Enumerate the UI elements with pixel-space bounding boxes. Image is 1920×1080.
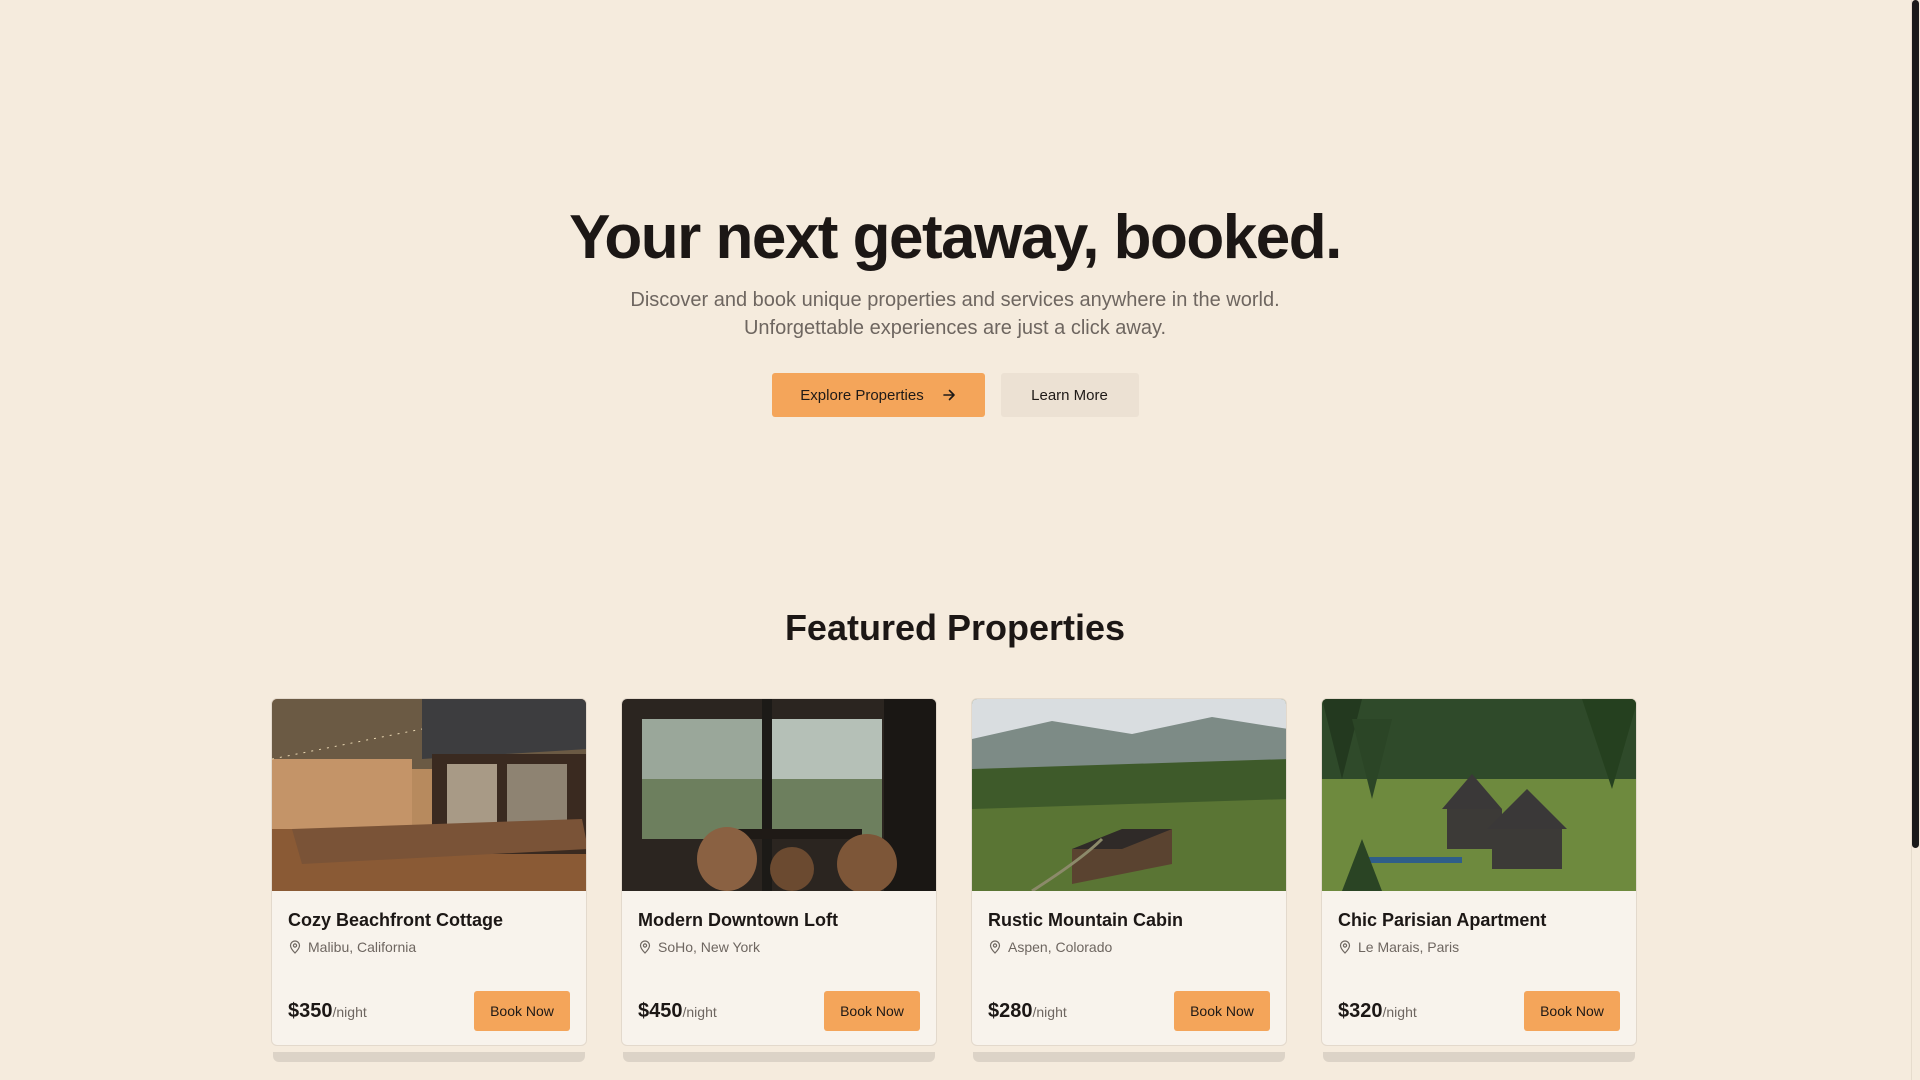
arrow-right-icon (942, 389, 955, 401)
scrollbar-thumb[interactable] (1912, 0, 1919, 848)
card-footer: $450/night Book Now (638, 991, 920, 1031)
card-body: Chic Parisian Apartment Le Marais, Paris… (1322, 891, 1636, 1045)
card-shadow (973, 1052, 1285, 1062)
card-shadow (1323, 1052, 1635, 1062)
property-card-wrapper: Cozy Beachfront Cottage Malibu, Californ… (271, 698, 587, 1062)
price-unit: /night (682, 1003, 717, 1020)
property-card-list: Cozy Beachfront Cottage Malibu, Californ… (271, 698, 1639, 1062)
property-name: Rustic Mountain Cabin (988, 910, 1183, 930)
property-price: $280/night (988, 1000, 1067, 1023)
property-location-text: Aspen, Colorado (1008, 939, 1113, 955)
hero-subtitle-line-1: Discover and book unique properties and … (630, 289, 1280, 311)
price-unit: /night (1382, 1003, 1417, 1020)
book-now-button[interactable]: Book Now (824, 991, 920, 1031)
hero-subtitle: Discover and book unique properties and … (0, 286, 1910, 342)
property-card[interactable]: Modern Downtown Loft SoHo, New York $450… (621, 698, 937, 1046)
card-footer: $320/night Book Now (1338, 991, 1620, 1031)
map-pin-icon (639, 940, 651, 954)
card-body: Modern Downtown Loft SoHo, New York $450… (622, 891, 936, 1045)
explore-properties-button[interactable]: Explore Properties (771, 373, 985, 417)
property-location: SoHo, New York (638, 939, 920, 955)
property-image-mountain-cabin (972, 699, 1286, 891)
hero-subtitle-line-2: Unforgettable experiences are just a cli… (743, 317, 1167, 339)
card-shadow (623, 1052, 935, 1062)
learn-more-button[interactable]: Learn More (1000, 373, 1139, 417)
book-now-button[interactable]: Book Now (1174, 991, 1270, 1031)
property-location-text: Malibu, California (308, 939, 417, 955)
property-image-beachfront-cottage (272, 699, 586, 891)
property-location: Le Marais, Paris (1338, 939, 1620, 955)
property-card-wrapper: Modern Downtown Loft SoHo, New York $450… (621, 698, 937, 1062)
property-name: Modern Downtown Loft (638, 910, 838, 930)
property-location: Aspen, Colorado (988, 939, 1270, 955)
price-unit: /night (332, 1003, 367, 1020)
price-value: $280 (988, 999, 1033, 1022)
map-pin-icon (1339, 940, 1351, 954)
card-footer: $350/night Book Now (288, 991, 570, 1031)
hero-title: Your next getaway, booked. (569, 203, 1342, 272)
property-card[interactable]: Rustic Mountain Cabin Aspen, Colorado $2… (971, 698, 1287, 1046)
card-body: Cozy Beachfront Cottage Malibu, Californ… (272, 891, 586, 1045)
price-value: $350 (288, 999, 333, 1022)
book-now-button[interactable]: Book Now (1524, 991, 1620, 1031)
scrollbar[interactable] (1911, 0, 1920, 1080)
property-location-text: SoHo, New York (658, 939, 760, 955)
property-price: $450/night (638, 1000, 717, 1023)
property-name: Chic Parisian Apartment (1338, 910, 1547, 930)
price-value: $320 (1338, 999, 1383, 1022)
property-image-downtown-loft (622, 699, 936, 891)
map-pin-icon (289, 940, 301, 954)
featured-properties-title: Featured Properties (784, 607, 1126, 648)
card-footer: $280/night Book Now (988, 991, 1270, 1031)
property-name: Cozy Beachfront Cottage (288, 910, 504, 930)
explore-properties-label: Explore Properties (800, 386, 924, 404)
price-unit: /night (1032, 1003, 1067, 1020)
property-image-parisian-apartment (1322, 699, 1636, 891)
property-price: $320/night (1338, 1000, 1417, 1023)
property-location-text: Le Marais, Paris (1358, 939, 1460, 955)
price-value: $450 (638, 999, 683, 1022)
property-card[interactable]: Chic Parisian Apartment Le Marais, Paris… (1321, 698, 1637, 1046)
book-now-button[interactable]: Book Now (474, 991, 570, 1031)
hero-actions: Explore Properties Learn More (0, 373, 1910, 417)
property-card-wrapper: Rustic Mountain Cabin Aspen, Colorado $2… (971, 698, 1287, 1062)
property-location: Malibu, California (288, 939, 570, 955)
property-price: $350/night (288, 1000, 367, 1023)
card-shadow (273, 1052, 585, 1062)
card-body: Rustic Mountain Cabin Aspen, Colorado $2… (972, 891, 1286, 1045)
page: Your next getaway, booked. Discover and … (0, 0, 1920, 1080)
map-pin-icon (989, 940, 1001, 954)
property-card-wrapper: Chic Parisian Apartment Le Marais, Paris… (1321, 698, 1637, 1062)
property-card[interactable]: Cozy Beachfront Cottage Malibu, Californ… (271, 698, 587, 1046)
